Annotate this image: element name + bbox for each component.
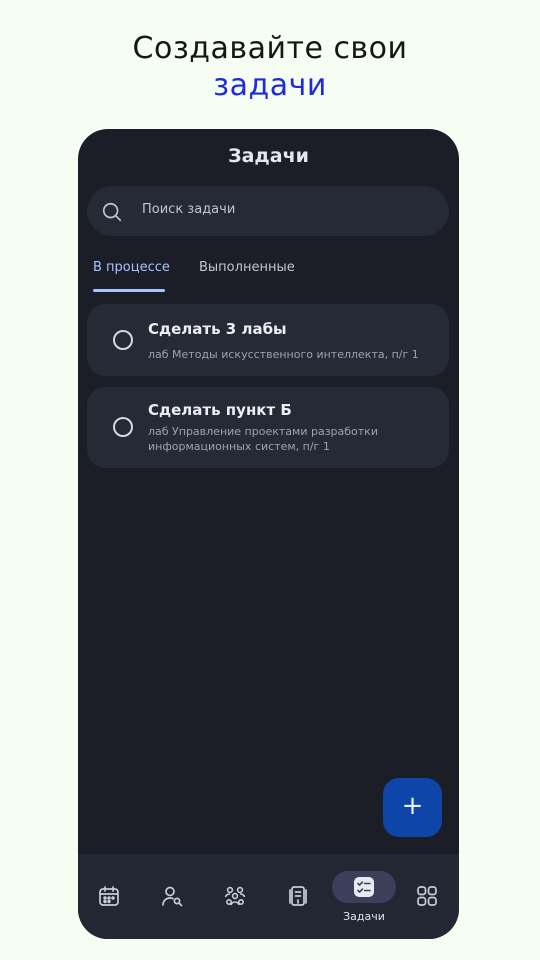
active-nav-indicator (332, 871, 396, 903)
task-title: Сделать пункт Б (148, 401, 292, 419)
search-bar[interactable]: Поиск задачи (87, 186, 449, 236)
promo-title: Создавайте свои (132, 31, 408, 66)
search-input[interactable]: Поиск задачи (142, 202, 235, 217)
apps-grid-icon (417, 886, 437, 906)
phone-screen: Задачи Поиск задачи В процессе Выполненн… (78, 129, 459, 939)
task-card[interactable]: Сделать 3 лабы лаб Методы искусственного… (87, 304, 449, 376)
nav-item-label: Задачи (343, 910, 385, 923)
active-tab-indicator (93, 289, 165, 292)
task-subtitle: лаб Управление проектами разработки инфо… (148, 425, 378, 453)
nav-item-more[interactable] (396, 854, 458, 939)
document-icon (289, 886, 307, 906)
promo-title-accent: задачи (213, 68, 327, 103)
nav-item-documents[interactable] (267, 854, 329, 939)
task-title: Сделать 3 лабы (148, 320, 287, 338)
task-checkbox[interactable] (113, 330, 133, 350)
task-card[interactable]: Сделать пункт Б лаб Управление проектами… (87, 387, 449, 468)
person-search-icon (162, 886, 183, 907)
page-title: Задачи (228, 145, 309, 167)
search-icon (102, 202, 122, 222)
task-subtitle: лаб Методы искусственного интеллекта, п/… (148, 348, 419, 361)
groups-icon (224, 886, 246, 906)
bottom-navigation: Задачи (78, 854, 459, 939)
nav-item-groups[interactable] (204, 854, 266, 939)
nav-item-teachers[interactable] (141, 854, 203, 939)
tab-completed[interactable]: Выполненные (199, 260, 295, 275)
task-checkbox[interactable] (113, 417, 133, 437)
nav-item-schedule[interactable] (78, 854, 140, 939)
promo-header: Создавайте свои задачи (0, 30, 540, 104)
add-task-button[interactable]: + (383, 778, 442, 837)
tasks-checklist-icon (354, 877, 374, 897)
calendar-icon (99, 886, 119, 906)
tab-in-progress[interactable]: В процессе (93, 260, 170, 275)
